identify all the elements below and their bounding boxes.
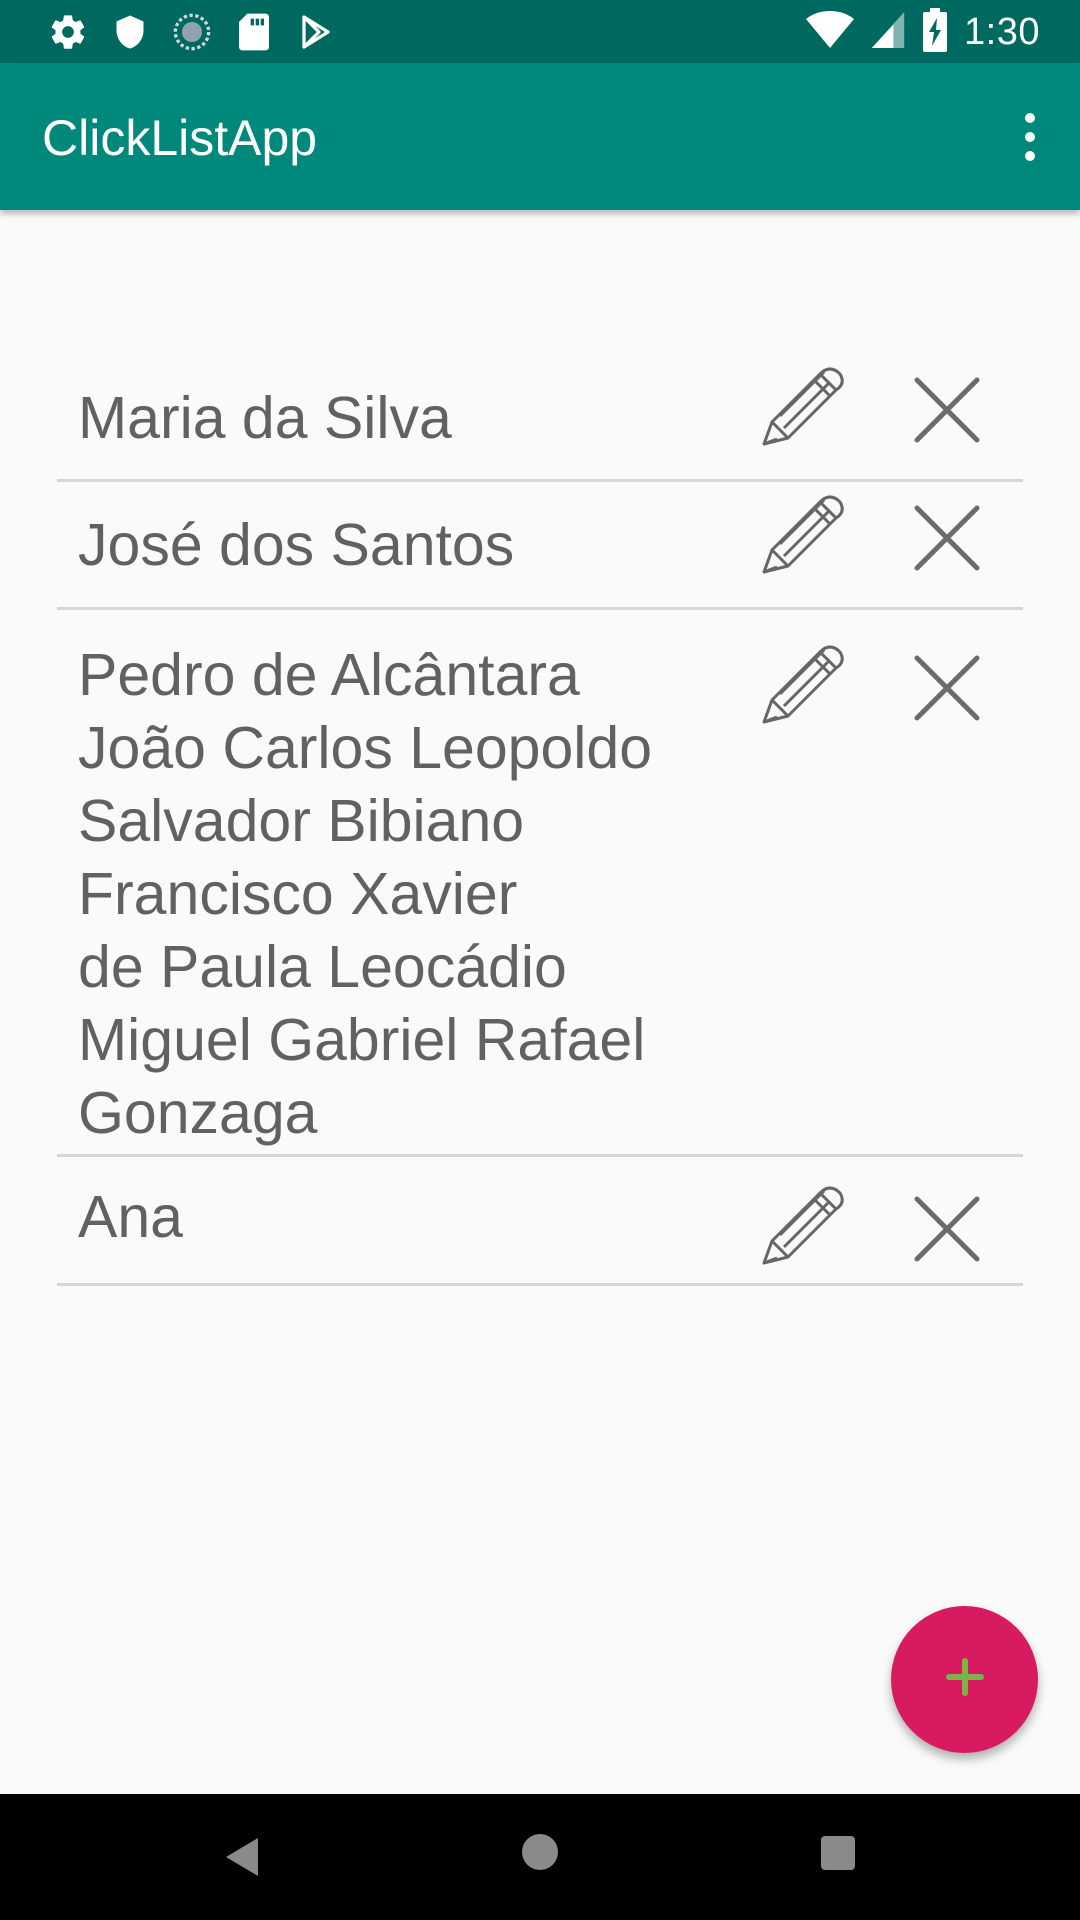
close-icon[interactable] xyxy=(911,652,983,724)
recents-icon[interactable] xyxy=(821,1836,855,1870)
status-bar-left-icons xyxy=(48,10,336,54)
wifi-icon xyxy=(806,10,855,55)
pencil-icon[interactable] xyxy=(750,486,846,582)
close-icon[interactable] xyxy=(911,1193,983,1265)
list-item[interactable]: Pedro de Alcântara João Carlos Leopoldo … xyxy=(57,610,1023,1157)
navigation-bar xyxy=(0,1794,1080,1920)
signal-icon xyxy=(870,10,906,55)
sync-icon xyxy=(172,12,212,52)
home-icon[interactable] xyxy=(522,1834,558,1870)
pencil-icon[interactable] xyxy=(750,636,846,732)
overflow-menu-icon[interactable] xyxy=(1010,107,1050,167)
list-item-name: José dos Santos xyxy=(78,512,515,578)
battery-charging-icon xyxy=(922,7,948,57)
status-bar: 1:30 xyxy=(0,0,1080,63)
list-item-name: Pedro de Alcântara João Carlos Leopoldo … xyxy=(78,642,653,1146)
pencil-icon[interactable] xyxy=(750,1177,846,1273)
pencil-icon[interactable] xyxy=(750,358,846,454)
app-bar: ClickListApp xyxy=(0,63,1080,210)
add-item-button[interactable] xyxy=(891,1606,1038,1753)
status-bar-right: 1:30 xyxy=(806,7,1040,57)
list-item[interactable]: Maria da Silva xyxy=(57,362,1023,482)
name-list: Maria da Silva José dos Santos Pedro de … xyxy=(57,362,1023,1286)
list-item[interactable]: Ana xyxy=(57,1157,1023,1286)
app-title: ClickListApp xyxy=(42,110,318,166)
list-item[interactable]: José dos Santos xyxy=(57,482,1023,610)
list-item-name: Ana xyxy=(78,1184,183,1250)
back-icon[interactable] xyxy=(222,1834,262,1880)
plus-icon xyxy=(945,1657,985,1702)
close-icon[interactable] xyxy=(911,502,983,574)
list-item-name: Maria da Silva xyxy=(78,385,452,451)
status-time: 1:30 xyxy=(964,10,1040,53)
close-icon[interactable] xyxy=(911,374,983,446)
sd-card-icon xyxy=(234,12,274,52)
settings-icon xyxy=(48,12,88,52)
shield-icon xyxy=(110,12,150,52)
play-store-icon xyxy=(296,12,336,52)
